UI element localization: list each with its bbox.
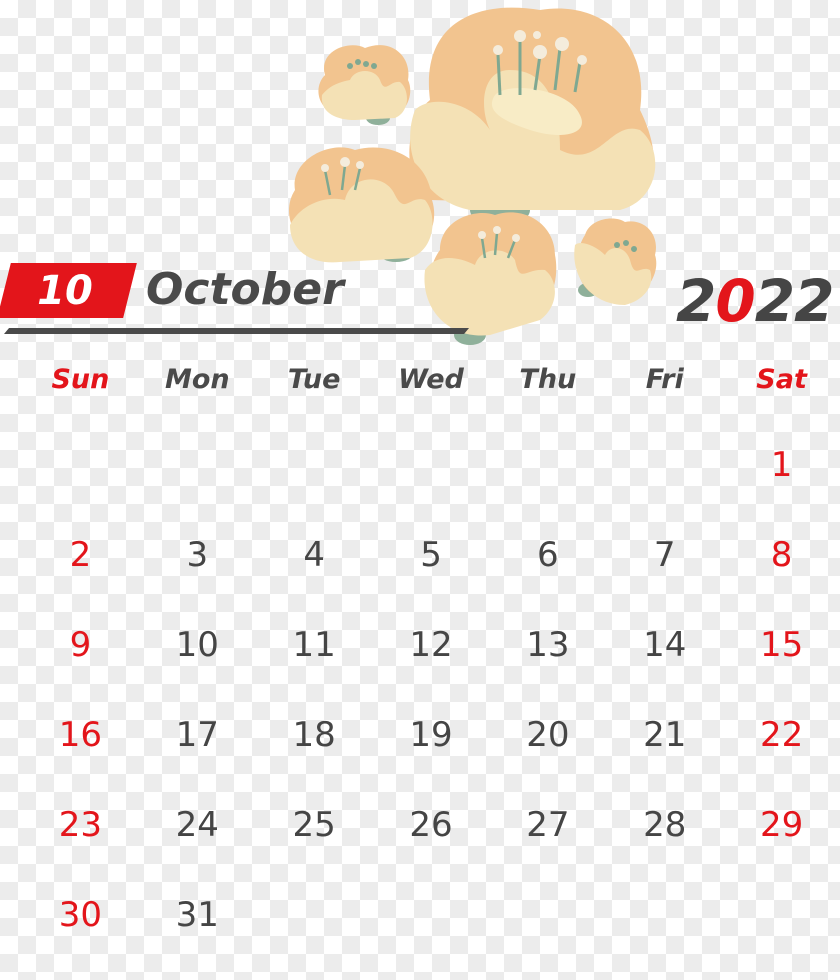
- day-cell[interactable]: 9: [22, 620, 139, 710]
- empty-day-cell: [489, 890, 606, 980]
- flower-icon: [318, 45, 411, 125]
- day-cell[interactable]: 13: [489, 620, 606, 710]
- empty-day-cell: [373, 440, 490, 530]
- empty-day-cell: [489, 440, 606, 530]
- day-cell[interactable]: 16: [22, 710, 139, 800]
- day-cell[interactable]: 30: [22, 890, 139, 980]
- week-row: 16 17 18 19 20 21 22: [22, 710, 840, 800]
- day-cell[interactable]: 26: [373, 800, 490, 890]
- header-divider: [4, 328, 470, 334]
- weekday-thu: Thu: [519, 364, 577, 395]
- day-cell[interactable]: 14: [606, 620, 723, 710]
- day-cell[interactable]: 31: [139, 890, 256, 980]
- day-cell[interactable]: 5: [373, 530, 490, 620]
- day-cell[interactable]: 1: [723, 440, 840, 530]
- weekday-tue: Tue: [287, 364, 341, 395]
- empty-day-cell: [723, 890, 840, 980]
- empty-day-cell: [606, 890, 723, 980]
- day-cell[interactable]: 10: [139, 620, 256, 710]
- day-cell[interactable]: 12: [373, 620, 490, 710]
- day-cell[interactable]: 24: [139, 800, 256, 890]
- year-accent-digit: 0: [715, 267, 755, 335]
- day-cell[interactable]: 15: [723, 620, 840, 710]
- day-cell[interactable]: 3: [139, 530, 256, 620]
- day-cell[interactable]: 21: [606, 710, 723, 800]
- day-cell[interactable]: 6: [489, 530, 606, 620]
- day-cell[interactable]: 17: [139, 710, 256, 800]
- weekday-fri: Fri: [645, 364, 684, 395]
- year-suffix: 22: [754, 267, 835, 335]
- flower-icon: [424, 212, 557, 345]
- empty-day-cell: [139, 440, 256, 530]
- day-cell[interactable]: 20: [489, 710, 606, 800]
- day-cell[interactable]: 2: [22, 530, 139, 620]
- calendar-grid: 1 2 3 4 5 6 7 8 9 10 11 12 13 14 15 16 17 18 19 20 21 22 23 24 2…: [22, 440, 840, 980]
- day-cell[interactable]: 8: [723, 530, 840, 620]
- day-cell[interactable]: 7: [606, 530, 723, 620]
- day-cell[interactable]: 28: [606, 800, 723, 890]
- year: 2022: [676, 266, 835, 336]
- month-number: 10: [37, 268, 93, 314]
- empty-day-cell: [373, 890, 490, 980]
- week-row: 2345678: [22, 530, 840, 620]
- day-cell[interactable]: 29: [723, 800, 840, 890]
- flower-icon: [574, 218, 657, 305]
- day-cell[interactable]: 23: [22, 800, 139, 890]
- weekday-header: Sun Mon Tue Wed Thu Fri Sat: [22, 360, 840, 400]
- week-row: 9 10 11 12 13 14 15: [22, 620, 840, 710]
- day-cell[interactable]: 4: [256, 530, 373, 620]
- week-row: 30 31: [22, 890, 840, 980]
- day-cell[interactable]: 27: [489, 800, 606, 890]
- day-cell[interactable]: 19: [373, 710, 490, 800]
- day-cell[interactable]: 18: [256, 710, 373, 800]
- empty-day-cell: [606, 440, 723, 530]
- year-prefix: 2: [676, 267, 716, 335]
- weekday-mon: Mon: [164, 364, 230, 395]
- empty-day-cell: [22, 440, 139, 530]
- weekday-sat: Sat: [756, 364, 807, 395]
- day-cell[interactable]: 25: [256, 800, 373, 890]
- week-row: 1: [22, 440, 840, 530]
- day-cell[interactable]: 11: [256, 620, 373, 710]
- day-cell[interactable]: 22: [723, 710, 840, 800]
- flower-icon: [288, 147, 435, 263]
- flower-icon: [409, 7, 656, 226]
- weekday-sun: Sun: [51, 364, 110, 395]
- month-name: October: [146, 264, 344, 315]
- empty-day-cell: [256, 890, 373, 980]
- week-row: 23 24 25 26 27 28 29: [22, 800, 840, 890]
- empty-day-cell: [256, 440, 373, 530]
- weekday-wed: Wed: [398, 364, 464, 395]
